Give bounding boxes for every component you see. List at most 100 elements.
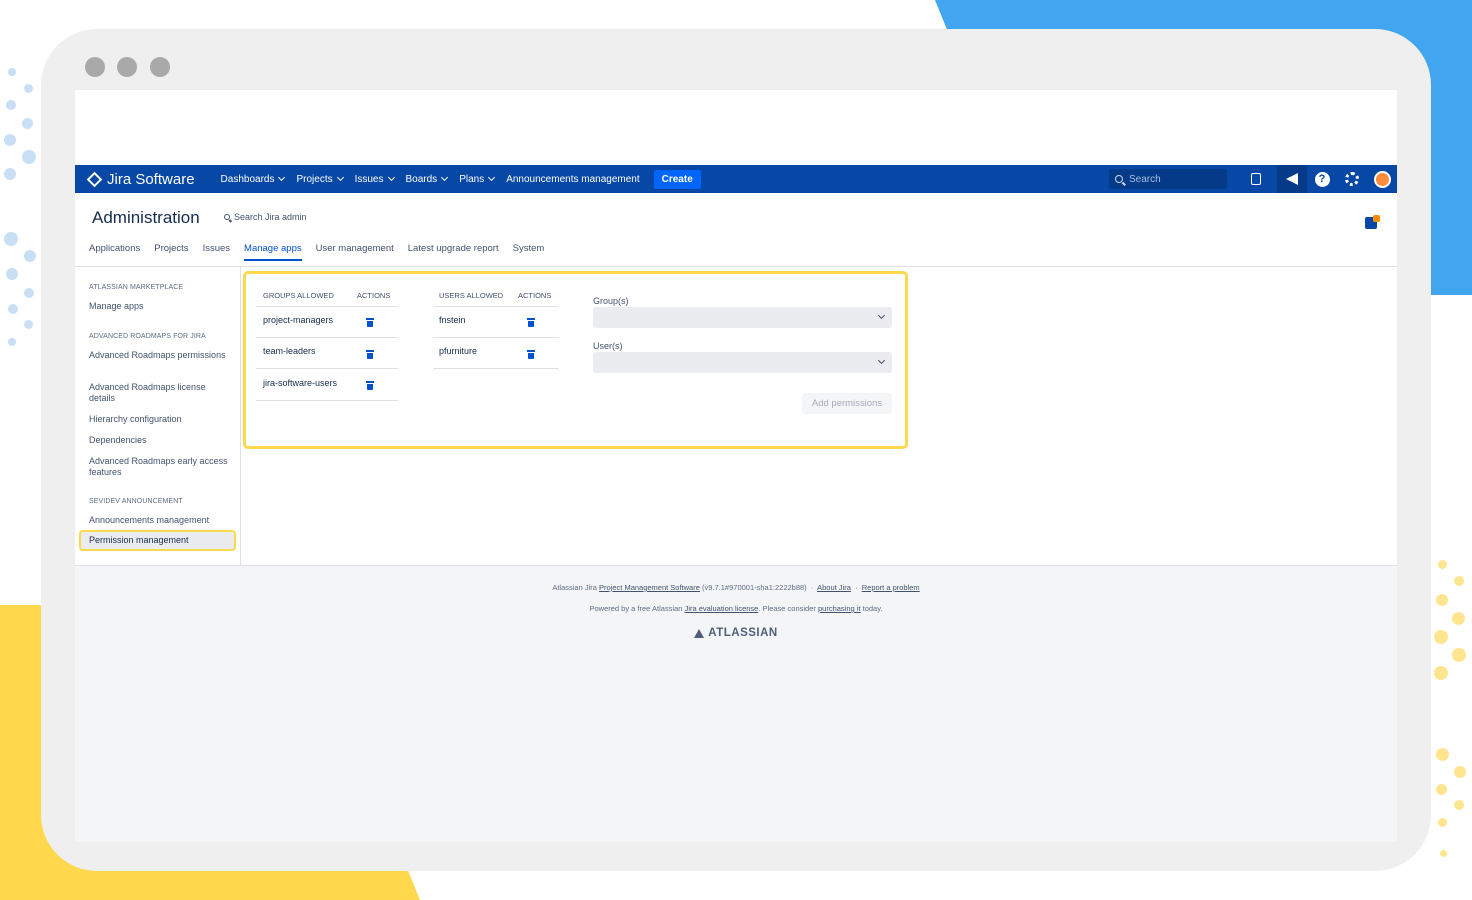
- page-footer: Atlassian Jira Project Management Softwa…: [75, 565, 1397, 842]
- decor-dot: [1436, 784, 1447, 795]
- nav-dashboards[interactable]: Dashboards: [221, 173, 286, 185]
- help-icon: ?: [1314, 171, 1330, 187]
- trash-icon[interactable]: [527, 350, 535, 359]
- megaphone-icon: [1286, 173, 1298, 185]
- nav-label: Boards: [405, 173, 438, 185]
- sidebar-item-early-access[interactable]: Advanced Roadmaps early access features: [89, 456, 229, 478]
- evaluation-license-link[interactable]: Jira evaluation license: [685, 604, 759, 613]
- tab-projects[interactable]: Projects: [154, 243, 188, 261]
- sidebar-item-hierarchy[interactable]: Hierarchy configuration: [89, 414, 229, 425]
- groups-label: Group(s): [593, 296, 629, 306]
- divider: [256, 368, 398, 369]
- top-navbar: Jira Software Dashboards Projects Issues…: [75, 165, 1397, 193]
- nav-label: Projects: [296, 173, 333, 185]
- tab-issues[interactable]: Issues: [203, 243, 230, 261]
- decor-dot: [4, 134, 16, 146]
- users-select[interactable]: [593, 352, 892, 373]
- add-permissions-button[interactable]: Add permissions: [802, 393, 892, 414]
- nav-boards[interactable]: Boards: [405, 173, 449, 185]
- tab-manage-apps[interactable]: Manage apps: [244, 243, 302, 261]
- pm-software-link[interactable]: Project Management Software: [599, 583, 700, 592]
- nav-label: Plans: [459, 173, 485, 185]
- settings-button[interactable]: [1337, 165, 1367, 193]
- groups-allowed-header: GROUPS ALLOWED: [263, 291, 334, 300]
- decor-dot: [24, 84, 33, 93]
- search-placeholder: Search: [1129, 173, 1161, 185]
- decor-dot: [1454, 800, 1464, 810]
- decor-dot: [8, 304, 18, 314]
- user-name: pfurniture: [439, 346, 478, 356]
- actions-header: ACTIONS: [357, 291, 391, 300]
- decor-dot: [24, 320, 33, 329]
- group-name: jira-software-users: [263, 378, 338, 388]
- admin-search-link[interactable]: Search Jira admin: [224, 212, 307, 222]
- decor-dot: [1440, 850, 1447, 857]
- jira-diamond-icon: [86, 171, 103, 187]
- version-text: (v9.7.1#970001-sha1:2222b88): [702, 583, 807, 592]
- nav-issues[interactable]: Issues: [354, 173, 395, 185]
- chevron-down-icon: [278, 173, 286, 182]
- decor-dot: [8, 68, 16, 76]
- sidebar-item-permission-management[interactable]: Permission management: [79, 530, 236, 551]
- atlassian-logo[interactable]: ATLASSIAN: [75, 627, 1397, 639]
- tab-latest-upgrade-report[interactable]: Latest upgrade report: [408, 243, 499, 261]
- report-problem-link[interactable]: Report a problem: [862, 583, 920, 592]
- decor-dot: [1434, 630, 1448, 644]
- nav-announcements-management[interactable]: Announcements management: [506, 174, 639, 185]
- decor-dot: [6, 268, 18, 280]
- decor-dot: [22, 118, 33, 129]
- create-button[interactable]: Create: [653, 169, 701, 189]
- window-close-button[interactable]: [85, 57, 105, 77]
- decor-dot: [1438, 560, 1447, 569]
- trash-icon[interactable]: [527, 318, 535, 327]
- sidebar-item-ar-permissions[interactable]: Advanced Roadmaps permissions: [89, 350, 229, 361]
- search-icon: [1115, 175, 1123, 183]
- chevron-down-icon: [488, 173, 496, 182]
- purchasing-link[interactable]: purchasing it: [818, 604, 861, 613]
- nav-plans[interactable]: Plans: [459, 173, 496, 185]
- nav-projects[interactable]: Projects: [296, 173, 344, 185]
- groups-select[interactable]: [593, 307, 892, 328]
- divider: [256, 306, 398, 307]
- divider: [75, 266, 1397, 267]
- search-input[interactable]: Search: [1109, 169, 1227, 189]
- decor-dot: [22, 150, 36, 164]
- trash-icon[interactable]: [366, 381, 374, 390]
- chevron-down-icon: [877, 356, 886, 365]
- jira-logo[interactable]: Jira Software: [86, 171, 195, 188]
- sidebar-item-manage-apps[interactable]: Manage apps: [89, 301, 229, 312]
- decor-dot: [4, 168, 16, 180]
- divider: [256, 400, 398, 401]
- sidebar-item-announcements-management[interactable]: Announcements management: [89, 515, 229, 526]
- browser-window: Jira Software Dashboards Projects Issues…: [41, 29, 1431, 871]
- footer-text: Powered by a free Atlassian: [589, 604, 683, 613]
- footer-line-2: Powered by a free Atlassian Jira evaluat…: [75, 604, 1397, 613]
- search-icon: [224, 214, 230, 220]
- sidebar-item-ar-license[interactable]: Advanced Roadmaps license details: [89, 382, 229, 404]
- trash-icon[interactable]: [366, 350, 374, 359]
- window-zoom-button[interactable]: [150, 57, 170, 77]
- footer-text: Atlassian Jira: [552, 583, 597, 592]
- separator: ·: [855, 583, 858, 592]
- sidebar-section-title: ADVANCED ROADMAPS FOR JIRA: [89, 333, 206, 340]
- notes-button[interactable]: [1241, 165, 1271, 193]
- atlassian-mark-icon: [694, 628, 705, 638]
- tab-user-management[interactable]: User management: [316, 243, 394, 261]
- trash-icon[interactable]: [366, 318, 374, 327]
- sidebar-item-dependencies[interactable]: Dependencies: [89, 435, 229, 446]
- admin-sidebar: ATLASSIAN MARKETPLACE Manage apps ADVANC…: [75, 267, 241, 565]
- sidebar-section-title: ATLASSIAN MARKETPLACE: [89, 284, 184, 291]
- divider: [256, 337, 398, 338]
- decor-dot: [1434, 666, 1448, 680]
- decor-dot: [6, 100, 16, 110]
- help-button[interactable]: ?: [1307, 165, 1337, 193]
- clipboard-icon: [1251, 173, 1261, 185]
- tab-applications[interactable]: Applications: [89, 243, 140, 261]
- window-minimize-button[interactable]: [117, 57, 137, 77]
- tab-system[interactable]: System: [513, 243, 545, 261]
- nav-label: Issues: [354, 173, 384, 185]
- announcements-button[interactable]: [1277, 165, 1307, 193]
- permissions-panel: GROUPS ALLOWED ACTIONS project-managers …: [243, 271, 908, 449]
- about-jira-link[interactable]: About Jira: [817, 583, 851, 592]
- profile-button[interactable]: [1367, 165, 1397, 193]
